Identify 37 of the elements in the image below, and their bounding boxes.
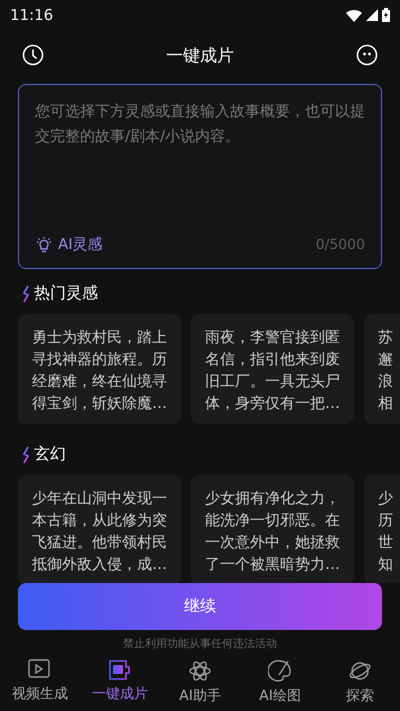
clock-icon[interactable] [22,44,44,66]
ai-chip-icon [108,659,132,681]
nav-tab[interactable]: AI绘图 [242,659,318,705]
signal-icon [366,9,378,21]
card-text: 勇士为救村民，踏上寻找神器的旅程。历经磨难，终在仙境寻得宝剑，斩妖除魔… [32,327,168,414]
idea-card[interactable]: 苏邂浪相 [364,314,400,424]
story-input-field[interactable]: 您可选择下方灵感或直接输入故事概要，也可以提交完整的故事/剧本/小说内容。 AI灵感 0/5000 [18,84,382,269]
section-title: 玄幻 [34,444,66,465]
card-text: 苏邂浪相 [378,327,393,414]
nav-tab[interactable]: 一键成片 [82,659,158,705]
card-text: 少年在山洞中发现一本古籍，从此修为突飞猛进。他带领村民抵御外敌入侵，成… [32,488,168,575]
notice-text: 禁止利用功能从事任何违法活动 [122,636,278,651]
section-title: 热门灵感 [34,283,98,304]
wifi-icon [346,8,362,22]
nav-tab[interactable]: 探索 [322,659,398,705]
bolt-icon [22,284,30,302]
nav-tab[interactable]: 视频生成 [2,659,78,705]
bolt-icon [22,446,30,464]
idea-card[interactable]: 雨夜，李警官接到匿名信，指引他来到废旧工厂。一具无头尸体，身旁仅有一把… [191,314,354,424]
page-title: 一键成片 [166,44,234,66]
nav-tab[interactable]: AI助手 [162,659,238,705]
character-counter: 0/5000 [316,236,365,252]
palette-icon [268,659,292,683]
idea-card[interactable]: 少历世知 [364,475,400,585]
card-text: 雨夜，李警官接到匿名信，指引他来到废旧工厂。一具无头尸体，身旁仅有一把… [205,327,341,414]
face-icon[interactable] [356,44,378,66]
atom-icon [188,659,212,683]
card-text: 少历世知 [378,488,393,575]
status-time: 11:16 [10,6,54,24]
card-text: 少女拥有净化之力，能洗净一切邪恶。在一次意外中，她拯救了一个被黑暗势力… [205,488,341,575]
battery-icon [382,8,390,22]
ai-inspiration-button[interactable]: AI灵感 [35,235,103,254]
idea-card[interactable]: 少年在山洞中发现一本古籍，从此修为突飞猛进。他带领村民抵御外敌入侵，成… [18,475,181,585]
continue-button[interactable]: 继续 [18,583,382,630]
idea-card[interactable]: 勇士为救村民，踏上寻找神器的旅程。历经磨难，终在仙境寻得宝剑，斩妖除魔… [18,314,181,424]
lightbulb-icon [35,236,53,254]
idea-card[interactable]: 少女拥有净化之力，能洗净一切邪恶。在一次意外中，她拯救了一个被黑暗势力… [191,475,354,585]
